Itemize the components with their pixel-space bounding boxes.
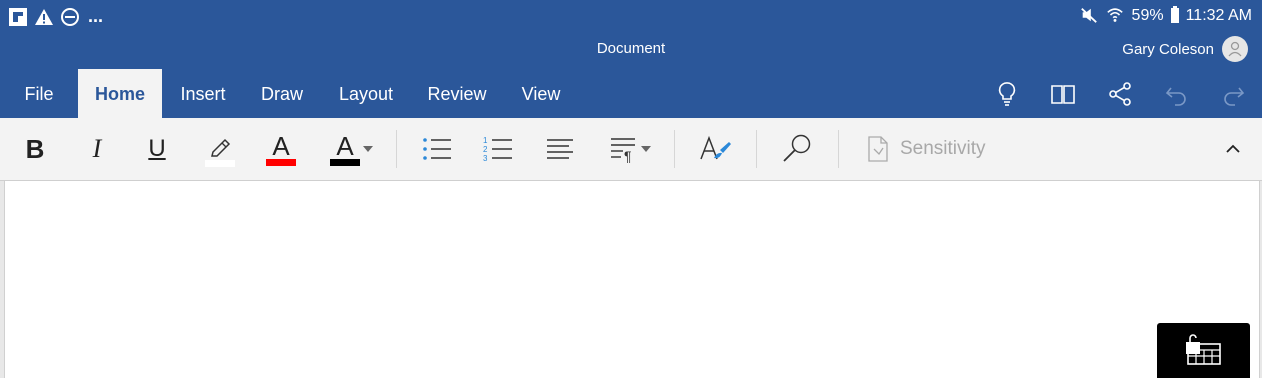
font-color-button[interactable]: A (264, 130, 298, 168)
battery-icon (1170, 6, 1180, 26)
paragraph-options-button[interactable]: ¶ (606, 130, 654, 168)
italic-button[interactable]: I (80, 130, 114, 168)
bold-glyph: B (25, 133, 45, 164)
text-color-button[interactable]: A (326, 130, 376, 168)
numbered-list-icon: 123 (483, 136, 512, 163)
title-bar: Document Gary Coleson (0, 32, 1262, 68)
divider (674, 130, 675, 168)
chevron-up-icon (1226, 144, 1240, 153)
find-button[interactable] (778, 130, 816, 168)
undo-icon[interactable] (1163, 80, 1191, 108)
font-color-bar (266, 158, 296, 166)
tab-insert[interactable]: Insert (170, 69, 236, 118)
home-ribbon: B I U A A 123 ¶ Sensitivity (0, 118, 1262, 181)
more-notifications: ... (88, 6, 104, 26)
clock: 11:32 AM (1185, 7, 1252, 24)
keyboard-icon (1185, 333, 1221, 365)
battery-percent: 59% (1131, 7, 1164, 24)
mute-icon (1080, 6, 1100, 26)
underline-button[interactable]: U (140, 130, 174, 168)
svg-text:1: 1 (483, 136, 488, 145)
status-bar: ... 59% 11:32 AM (0, 0, 1262, 32)
align-left-icon (547, 139, 573, 159)
redo-icon[interactable] (1219, 80, 1247, 108)
svg-text:2: 2 (483, 145, 488, 154)
status-bar-right: 59% 11:32 AM (1080, 6, 1252, 26)
styles-button[interactable] (696, 130, 734, 168)
user-name: Gary Coleson (1122, 40, 1214, 58)
divider (838, 130, 839, 168)
tab-layout[interactable]: Layout (330, 69, 402, 118)
document-title: Document (596, 40, 666, 57)
keyboard-toggle-button[interactable] (1157, 323, 1250, 378)
bullets-button[interactable] (420, 130, 454, 168)
tab-review[interactable]: Review (420, 69, 494, 118)
align-left-button[interactable] (543, 130, 577, 168)
person-icon (1228, 41, 1242, 57)
bullet-list-icon (423, 138, 451, 160)
flipboard-icon (8, 7, 28, 27)
ribbon-tab-bar: File Home Insert Draw Layout Review View (0, 68, 1262, 118)
lightbulb-icon[interactable] (993, 80, 1021, 108)
svg-text:3: 3 (483, 154, 488, 163)
wifi-icon (1106, 6, 1126, 26)
text-color-glyph: A (336, 130, 354, 161)
status-bar-left: ... (8, 6, 103, 27)
text-color-swatch: A (329, 133, 361, 166)
numbering-button[interactable]: 123 (481, 130, 515, 168)
tab-file[interactable]: File (10, 69, 68, 118)
paragraph-icon: ¶ (611, 138, 635, 163)
italic-glyph: I (92, 134, 102, 163)
document-canvas[interactable] (4, 181, 1260, 378)
styles-brush-icon (700, 135, 731, 160)
chevron-down-icon (363, 146, 373, 152)
font-color-glyph: A (272, 130, 290, 161)
book-icon[interactable] (1049, 80, 1077, 108)
do-not-disturb-icon (60, 7, 80, 27)
highlight-button[interactable] (203, 130, 237, 168)
share-icon[interactable] (1106, 80, 1134, 108)
tab-draw[interactable]: Draw (252, 69, 312, 118)
highlighter-icon (211, 138, 231, 157)
sensitivity-icon (868, 136, 888, 162)
search-icon (783, 134, 811, 162)
svg-text:¶: ¶ (624, 148, 632, 163)
underline-glyph: U (148, 135, 166, 162)
bold-button[interactable]: B (18, 130, 52, 168)
divider (396, 130, 397, 168)
user-account[interactable]: Gary Coleson (1122, 36, 1248, 62)
sensitivity-button[interactable]: Sensitivity (866, 132, 986, 166)
tab-home[interactable]: Home (78, 69, 162, 118)
tab-view[interactable]: View (512, 69, 570, 118)
text-color-bar (330, 158, 360, 166)
divider (756, 130, 757, 168)
warning-icon (34, 7, 54, 27)
highlight-color-bar (205, 159, 235, 167)
avatar[interactable] (1222, 36, 1248, 62)
sensitivity-label: Sensitivity (900, 138, 986, 159)
collapse-ribbon-button[interactable] (1218, 130, 1248, 168)
chevron-down-icon (641, 146, 651, 152)
